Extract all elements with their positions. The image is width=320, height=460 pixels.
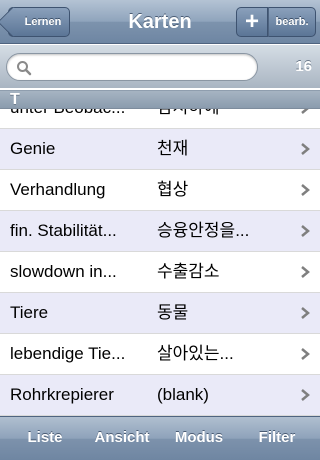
bottom-toolbar: Liste Ansicht Modus Filter [0, 416, 320, 460]
chevron-right-icon [301, 348, 310, 360]
list-item[interactable]: Tiere 동물 [0, 293, 320, 334]
list-button[interactable]: Liste [10, 417, 80, 460]
card-front: Genie [10, 139, 56, 158]
card-back: 승융안정을... [157, 221, 250, 240]
card-back: 동물 [157, 303, 189, 322]
section-header: T [0, 90, 320, 109]
plus-icon: + [244, 8, 259, 35]
edit-button[interactable]: bearb. [268, 7, 316, 37]
card-front: slowdown in... [10, 262, 117, 281]
add-card-button[interactable]: + [236, 7, 268, 37]
chevron-right-icon [301, 307, 310, 319]
list-item[interactable]: slowdown in... 수출감소 [0, 252, 320, 293]
list-item[interactable]: Genie 천재 [0, 129, 320, 170]
chevron-right-icon [301, 184, 310, 196]
chevron-right-icon [301, 143, 310, 155]
card-count: 16 [295, 58, 312, 75]
chevron-right-icon [301, 266, 310, 278]
search-icon [17, 61, 32, 76]
filter-button[interactable]: Filter [244, 417, 310, 460]
card-front: lebendige Tie... [10, 344, 126, 363]
search-bar: 16 [0, 45, 320, 89]
chevron-right-icon [301, 389, 310, 401]
card-front: fin. Stabilität... [10, 221, 117, 240]
card-back: 살아있는... [157, 344, 234, 363]
card-back: (blank) [157, 385, 209, 404]
search-input[interactable] [35, 57, 250, 77]
list-item[interactable]: fin. Stabilität... 승융안정을... [0, 211, 320, 252]
card-back: 협상 [157, 180, 189, 199]
navigation-bar: Karten Lernen + bearb. [0, 0, 320, 44]
card-front: Rohrkrepierer [10, 385, 114, 404]
list-item[interactable]: Verhandlung 협상 [0, 170, 320, 211]
view-button[interactable]: Ansicht [84, 417, 160, 460]
card-back: 수출감소 [157, 262, 220, 281]
search-field[interactable] [6, 53, 258, 81]
card-front: Tiere [10, 303, 49, 322]
list-item[interactable]: Rohrkrepierer (blank) [0, 375, 320, 416]
mode-button[interactable]: Modus [164, 417, 234, 460]
back-button-wrap[interactable]: Lernen [8, 7, 70, 37]
card-back: 천재 [157, 139, 189, 158]
list-item[interactable]: lebendige Tie... 살아있는... [0, 334, 320, 375]
card-front: Verhandlung [10, 180, 106, 199]
back-button[interactable]: Lernen [8, 7, 70, 37]
card-list: unter Beobac... 감시하에 Genie 천재 Verhandlun… [0, 88, 320, 418]
chevron-right-icon [301, 225, 310, 237]
